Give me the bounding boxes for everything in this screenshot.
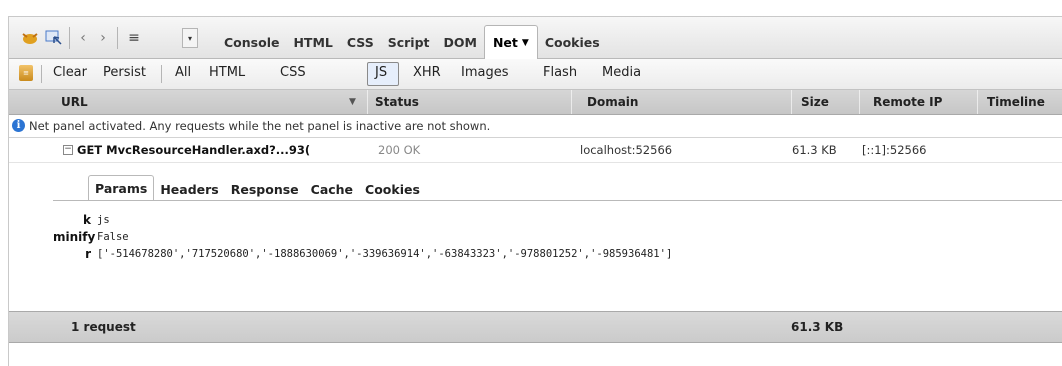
- forward-icon[interactable]: ›: [95, 29, 111, 47]
- column-divider[interactable]: [791, 90, 792, 114]
- filter-all-button[interactable]: All: [175, 65, 191, 80]
- column-header: URL ▼ Status Domain Size Remote IP Timel…: [9, 90, 1062, 115]
- info-row: i Net panel activated. Any requests whil…: [9, 115, 1062, 138]
- tab-label: Cookies: [544, 34, 600, 50]
- column-url[interactable]: URL: [61, 95, 88, 109]
- column-divider[interactable]: [571, 90, 572, 114]
- tab-cookies[interactable]: Cookies: [538, 26, 607, 58]
- toolbar-separator: [41, 65, 42, 83]
- tab-script[interactable]: Script: [381, 26, 437, 58]
- chevron-down-icon[interactable]: ▾: [182, 28, 198, 48]
- detail-tabs: Params Headers Response Cache Cookies: [88, 175, 426, 201]
- tab-response[interactable]: Response: [225, 177, 305, 201]
- tab-net[interactable]: Net ▼: [483, 25, 538, 59]
- clear-button[interactable]: Clear: [53, 65, 87, 80]
- toolbar-separator: [161, 65, 162, 83]
- tab-css[interactable]: CSS: [340, 26, 381, 58]
- filter-js-button[interactable]: JS: [375, 65, 387, 80]
- tab-label: DOM: [443, 34, 477, 50]
- filter-xhr-button[interactable]: XHR: [413, 65, 441, 80]
- column-divider[interactable]: [859, 90, 860, 114]
- filter-html-button[interactable]: HTML: [209, 65, 245, 80]
- main-toolbar: ‹ › ≡ ▾ Console HTML CSS Script DOM Net ▼…: [9, 17, 1062, 59]
- request-domain: localhost:52566: [580, 143, 673, 157]
- back-icon[interactable]: ‹: [75, 29, 91, 47]
- param-value: js: [97, 214, 110, 226]
- menu-icon[interactable]: ≡: [125, 29, 143, 47]
- tab-html[interactable]: HTML: [286, 26, 339, 58]
- column-timeline[interactable]: Timeline: [987, 95, 1045, 109]
- tab-label: HTML: [293, 34, 333, 50]
- filter-images-button[interactable]: Images: [461, 65, 509, 80]
- param-value: False: [97, 231, 129, 243]
- column-status[interactable]: Status: [375, 95, 419, 109]
- persist-button[interactable]: Persist: [103, 65, 146, 80]
- tab-params[interactable]: Params: [88, 175, 155, 201]
- tab-label: Console: [224, 34, 280, 50]
- column-remote-ip[interactable]: Remote IP: [873, 95, 942, 109]
- toolbar-separator: [117, 27, 118, 49]
- request-detail: Params Headers Response Cache Cookies k …: [53, 163, 1062, 311]
- panel-tabs: Console HTML CSS Script DOM Net ▼ Cookies: [217, 17, 607, 59]
- param-value: ['-514678280','717520680','-1888630069',…: [97, 248, 673, 260]
- total-size: 61.3 KB: [791, 320, 844, 334]
- info-icon: i: [12, 119, 25, 132]
- request-url[interactable]: GET MvcResourceHandler.axd?...93(: [77, 143, 359, 157]
- filter-css-button[interactable]: CSS: [280, 65, 306, 80]
- tab-cache[interactable]: Cache: [305, 177, 359, 201]
- filter-flash-button[interactable]: Flash: [543, 65, 577, 80]
- column-size[interactable]: Size: [801, 95, 829, 109]
- column-divider[interactable]: [367, 90, 368, 114]
- collapse-icon[interactable]: −: [63, 145, 73, 155]
- net-tool-icon[interactable]: ≡: [19, 65, 33, 81]
- filter-media-button[interactable]: Media: [602, 65, 641, 80]
- toolbar-separator: [69, 27, 70, 49]
- tab-console[interactable]: Console: [217, 26, 286, 58]
- sort-down-icon[interactable]: ▼: [349, 97, 356, 107]
- param-key: minify: [53, 230, 96, 244]
- tab-label: CSS: [346, 34, 374, 50]
- tab-dom[interactable]: DOM: [437, 26, 484, 58]
- info-message: Net panel activated. Any requests while …: [29, 119, 491, 133]
- firebug-icon[interactable]: [19, 29, 41, 47]
- tab-cookies[interactable]: Cookies: [359, 177, 426, 201]
- column-domain[interactable]: Domain: [587, 95, 638, 109]
- firebug-panel: ‹ › ≡ ▾ Console HTML CSS Script DOM Net ▼…: [8, 16, 1062, 366]
- table-row[interactable]: − GET MvcResourceHandler.axd?...93( 200 …: [9, 138, 1062, 163]
- net-toolbar: ≡ Clear Persist All HTML CSS JS XHR Imag…: [9, 59, 1062, 90]
- request-size: 61.3 KB: [792, 143, 837, 157]
- tab-label: Script: [387, 34, 430, 50]
- request-remote-ip: [::1]:52566: [862, 143, 927, 157]
- column-divider[interactable]: [977, 90, 978, 114]
- tab-headers[interactable]: Headers: [154, 177, 224, 201]
- params-panel: k js minify False r ['-514678280','71752…: [53, 200, 1062, 311]
- inspect-icon[interactable]: [43, 29, 65, 47]
- param-key: k: [83, 213, 91, 227]
- request-status: 200 OK: [378, 143, 421, 157]
- request-count: 1 request: [71, 320, 136, 334]
- param-key: r: [85, 247, 91, 261]
- tab-label: Net: [492, 35, 518, 50]
- chevron-down-icon[interactable]: ▼: [522, 38, 529, 48]
- summary-row: 1 request 61.3 KB: [9, 311, 1062, 343]
